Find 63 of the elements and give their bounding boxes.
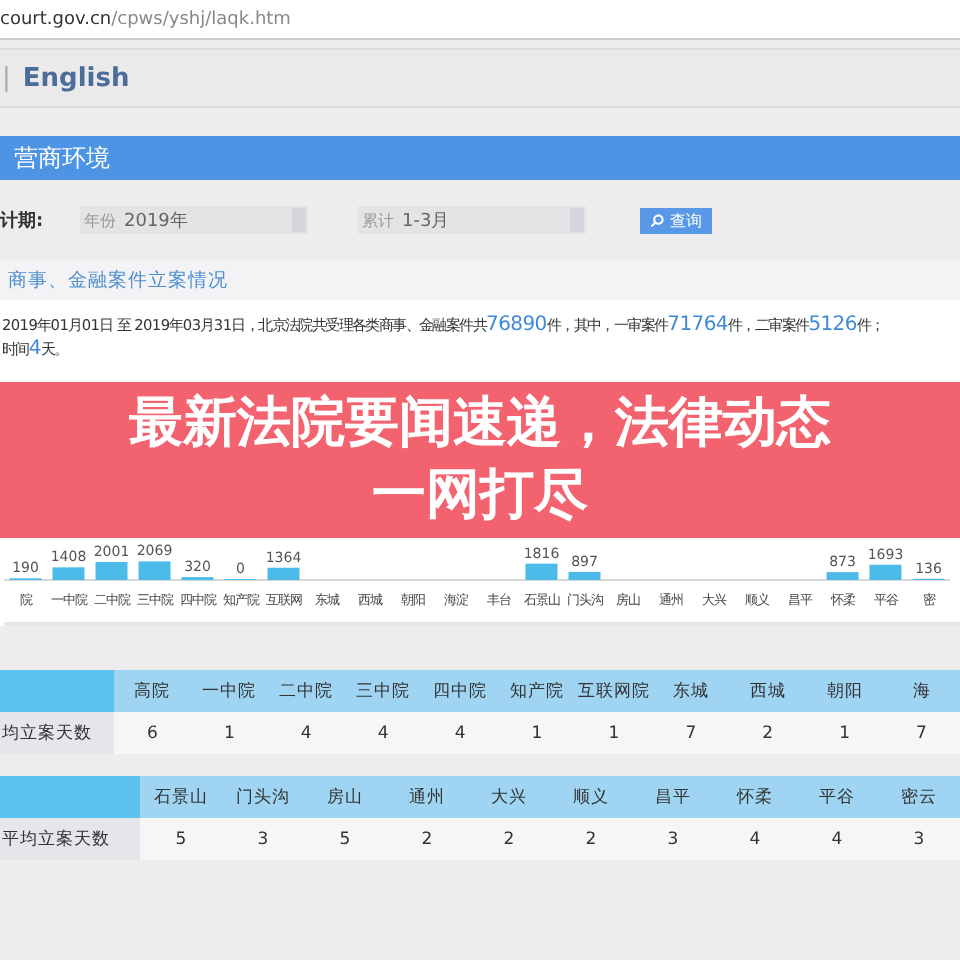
chart-bar [826, 572, 859, 580]
separator: | [2, 63, 11, 93]
column-header: 一中院 [190, 670, 268, 712]
year-dropdown[interactable]: 年份 2019年 [80, 206, 308, 234]
table-cell: 4 [267, 712, 345, 754]
table-cell: 1 [190, 712, 268, 754]
period-label: 计期: [0, 208, 46, 233]
table-cell: 1 [575, 712, 653, 754]
table-cell: 7 [883, 712, 960, 754]
column-header: 密云 [878, 776, 960, 818]
table-cell: 3 [222, 818, 304, 860]
table-cell: 2 [550, 818, 632, 860]
column-header: 海 [883, 670, 960, 712]
url-text[interactable]: court.gov.cn/cpws/yshj/laqk.htm [0, 9, 291, 29]
table-cell: 1 [498, 712, 576, 754]
row-label: 均立案天数 [0, 712, 114, 754]
table-cell: 2 [468, 818, 550, 860]
column-header: 顺义 [550, 776, 632, 818]
table-cell: 4 [796, 818, 878, 860]
column-header: 知产院 [498, 670, 576, 712]
table-cell: 3 [632, 818, 714, 860]
column-header: 高院 [114, 670, 191, 712]
english-link[interactable]: English [22, 63, 130, 93]
table-cell: 4 [421, 712, 499, 754]
chart-bar [869, 564, 902, 580]
chart-bar [568, 571, 601, 580]
column-header: 互联网院 [575, 670, 653, 712]
column-header: 通州 [386, 776, 468, 818]
column-header: 门头沟 [222, 776, 304, 818]
table-cell: 4 [714, 818, 796, 860]
column-header: 三中院 [344, 670, 422, 712]
table-cell: 3 [878, 818, 960, 860]
table-cell: 2 [729, 712, 807, 754]
table-cell: 1 [806, 712, 884, 754]
column-header: 昌平 [632, 776, 714, 818]
table-cell: 2 [386, 818, 468, 860]
column-header: 怀柔 [714, 776, 796, 818]
search-icon [650, 213, 664, 227]
column-header: 大兴 [468, 776, 550, 818]
column-header: 朝阳 [806, 670, 884, 712]
section-heading: 商事、金融案件立案情况 [0, 260, 960, 300]
chart-bar [267, 567, 300, 580]
table-cell: 4 [344, 712, 422, 754]
column-header: 平谷 [796, 776, 878, 818]
chart-bar [95, 562, 128, 580]
column-header: 四中院 [421, 670, 499, 712]
column-header: 石景山 [140, 776, 222, 818]
table-cell: 6 [114, 712, 191, 754]
table-cell: 5 [304, 818, 386, 860]
section-title-bar: 营商环境 [0, 136, 960, 180]
table-cell: 5 [140, 818, 222, 860]
chart-bar [52, 567, 85, 580]
column-header: 二中院 [267, 670, 345, 712]
chart-bar [525, 563, 558, 580]
column-header: 西城 [729, 670, 807, 712]
table-cell: 7 [652, 712, 730, 754]
row-label: 平均立案天数 [0, 818, 140, 860]
column-header: 房山 [304, 776, 386, 818]
banner-headline: 最新法院要闻速递，法律动态一网打尽 [127, 390, 833, 530]
search-button[interactable]: 查询 [640, 207, 712, 233]
chart-bar [138, 561, 171, 580]
period-dropdown[interactable]: 累计 1-3月 [358, 206, 586, 234]
column-header: 东城 [652, 670, 730, 712]
